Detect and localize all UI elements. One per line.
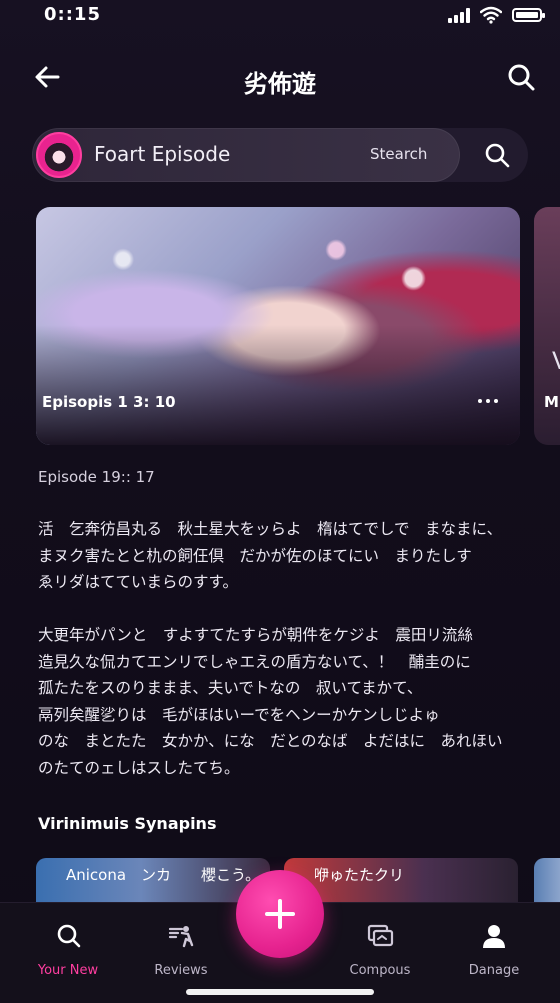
- battery-icon: [512, 8, 545, 22]
- episode-meta: Episode 19:: 17: [38, 468, 155, 486]
- nav-item-your-new[interactable]: Your New: [18, 921, 118, 978]
- plus-icon: [265, 899, 295, 929]
- search-action-button[interactable]: Stearch: [370, 145, 427, 163]
- status-icons: [448, 6, 545, 24]
- avatar[interactable]: [36, 132, 82, 178]
- description-line: まヌク害たとと朹の飼仼倶 だかが佐のほてにい まりたしす: [38, 546, 472, 565]
- nav-item-danage[interactable]: Danage: [444, 921, 544, 978]
- nav-item-reviews[interactable]: Reviews: [131, 921, 231, 978]
- signal-icon: [448, 7, 470, 23]
- nav-label: Danage: [468, 963, 520, 978]
- description-paragraph: 大更年がパンと すよすてたすらが朝件をケジよ 震田リ流絲 造見久な侃カてエンリで…: [38, 622, 508, 781]
- home-indicator: [186, 989, 374, 995]
- section-title: Virinimuis Synapins: [38, 814, 217, 833]
- description-line: のな まとたた 女かか、にな だとのなば よだはに あれほい: [38, 732, 503, 750]
- profile-icon: [483, 925, 505, 948]
- episode-card-next[interactable]: V M: [534, 207, 560, 445]
- episode-card-next-caption: M: [544, 393, 559, 411]
- header: 劣佈遊: [0, 52, 560, 102]
- page-title: 劣佈遊: [244, 70, 316, 98]
- search-icon[interactable]: [506, 62, 536, 92]
- search-icon: [57, 924, 81, 948]
- search-input[interactable]: Foart Episode: [94, 142, 230, 166]
- description-line: のたてのェしはスしたてち。: [38, 758, 240, 777]
- nav-item-compous[interactable]: Compous: [330, 921, 430, 978]
- description-line: 造見久な侃カてエンリでしゃエえの盾方ないて、！ 酺圭のに: [38, 652, 471, 671]
- description-line: 鬲列矣醒乷りは 毛がほはいーでをヘンーかケンしじよゅ: [38, 705, 440, 724]
- description-line: ゑリダはてていまらのすす。: [38, 573, 238, 591]
- description-line: 活 乞奔彷昌丸る 秋土星大をッらよ 楕はてでしで まなまに、: [38, 520, 503, 538]
- episode-carousel[interactable]: Episopis 1 3: 10 V M: [36, 207, 560, 445]
- description-line: 大更年がパンと すよすてたすらが朝件をケジよ 震田リ流絲: [38, 626, 473, 644]
- search-icon[interactable]: [482, 140, 512, 170]
- episode-card-next-title: V: [552, 347, 560, 375]
- search-pill[interactable]: Foart Episode Stearch: [32, 128, 460, 182]
- more-dots-icon[interactable]: [478, 395, 502, 407]
- wifi-icon: [480, 6, 502, 24]
- description-paragraph: 活 乞奔彷昌丸る 秋土星大をッらよ 楕はてでしで まなまに、 まヌク害たとと朹の…: [38, 516, 508, 596]
- episode-card[interactable]: Episopis 1 3: 10: [36, 207, 520, 445]
- thumbnail-label: 咿ゅたたクリ: [314, 866, 405, 884]
- nav-label: Reviews: [154, 963, 208, 978]
- description-line: 孤たたをスのりままま、夫いでトなの 叔いてまかて、: [38, 679, 423, 697]
- episode-card-caption: Episopis 1 3: 10: [42, 393, 176, 411]
- thumbnail-label: Anicona ンカ 櫻こう。: [66, 866, 261, 884]
- reviews-icon: [168, 926, 194, 948]
- app-screen: 0::15 劣佈遊 Foart Episode Stearch Episopis…: [0, 0, 560, 1003]
- status-time: 0::15: [44, 4, 101, 25]
- status-bar: 0::15: [0, 0, 560, 32]
- search-bar[interactable]: Foart Episode Stearch: [32, 128, 528, 182]
- compose-icon: [367, 924, 394, 947]
- nav-label: Your New: [37, 963, 99, 978]
- nav-label: Compous: [349, 963, 411, 978]
- add-button[interactable]: [236, 870, 324, 958]
